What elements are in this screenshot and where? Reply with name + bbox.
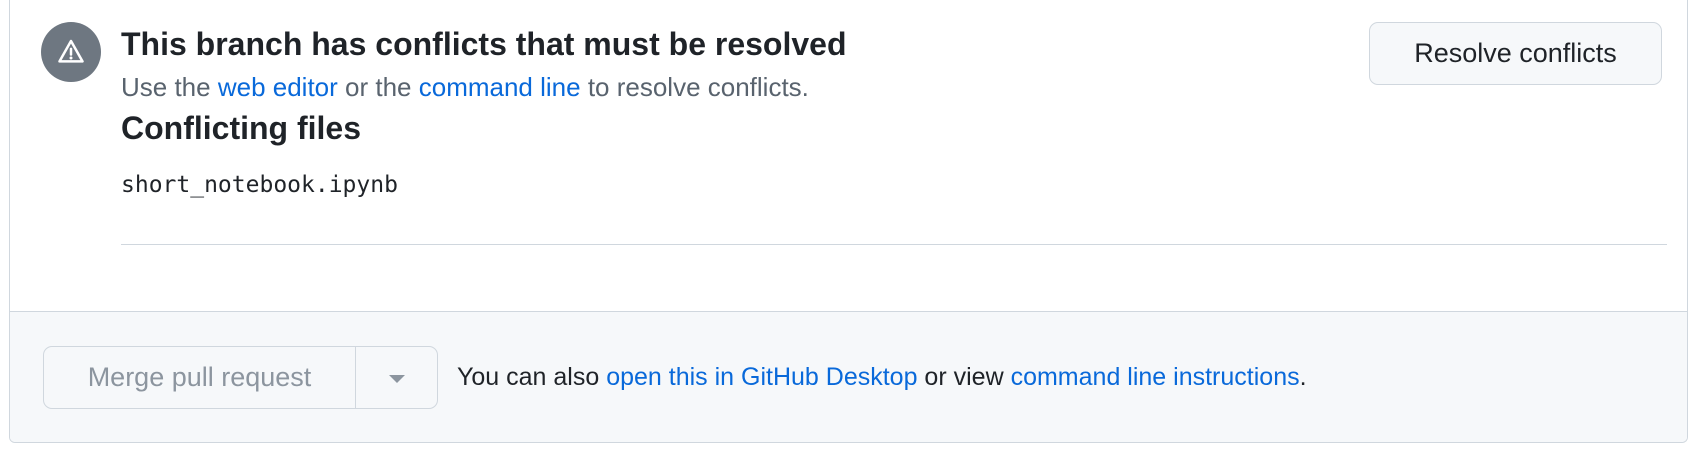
warning-icon	[58, 39, 84, 63]
conflict-section: This branch has conflicts that must be r…	[10, 0, 1687, 312]
github-desktop-link[interactable]: open this in GitHub Desktop	[606, 363, 917, 391]
footer-text-suffix: .	[1299, 363, 1307, 391]
merge-options-dropdown[interactable]	[356, 347, 437, 408]
merge-button-group: Merge pull request	[43, 346, 438, 409]
footer-text-mid: or view	[917, 363, 1011, 391]
conflicting-file: short_notebook.ipynb	[121, 172, 398, 198]
divider	[121, 244, 1667, 245]
resolve-conflicts-button[interactable]: Resolve conflicts	[1369, 22, 1662, 85]
footer-text-prefix: You can also	[457, 363, 607, 391]
merge-footer: Merge pull request You can also open thi…	[10, 312, 1687, 442]
alternative-options-text: You can also open this in GitHub Desktop…	[457, 361, 1307, 393]
alert-icon	[41, 22, 101, 82]
conflict-heading: This branch has conflicts that must be r…	[121, 26, 847, 62]
command-line-instructions-link[interactable]: command line instructions	[1011, 363, 1300, 391]
chevron-down-icon	[388, 374, 405, 383]
conflicting-files-title: Conflicting files	[121, 110, 361, 146]
merge-box: This branch has conflicts that must be r…	[9, 0, 1688, 443]
conflict-description-prefix: Use the	[121, 72, 218, 102]
merge-pull-request-button[interactable]: Merge pull request	[44, 347, 356, 408]
conflict-description-suffix: to resolve conflicts.	[580, 72, 809, 102]
conflict-description: Use the web editor or the command line t…	[121, 70, 809, 104]
web-editor-link[interactable]: web editor	[218, 72, 338, 102]
conflict-description-mid: or the	[337, 72, 419, 102]
command-line-link[interactable]: command line	[419, 72, 581, 102]
